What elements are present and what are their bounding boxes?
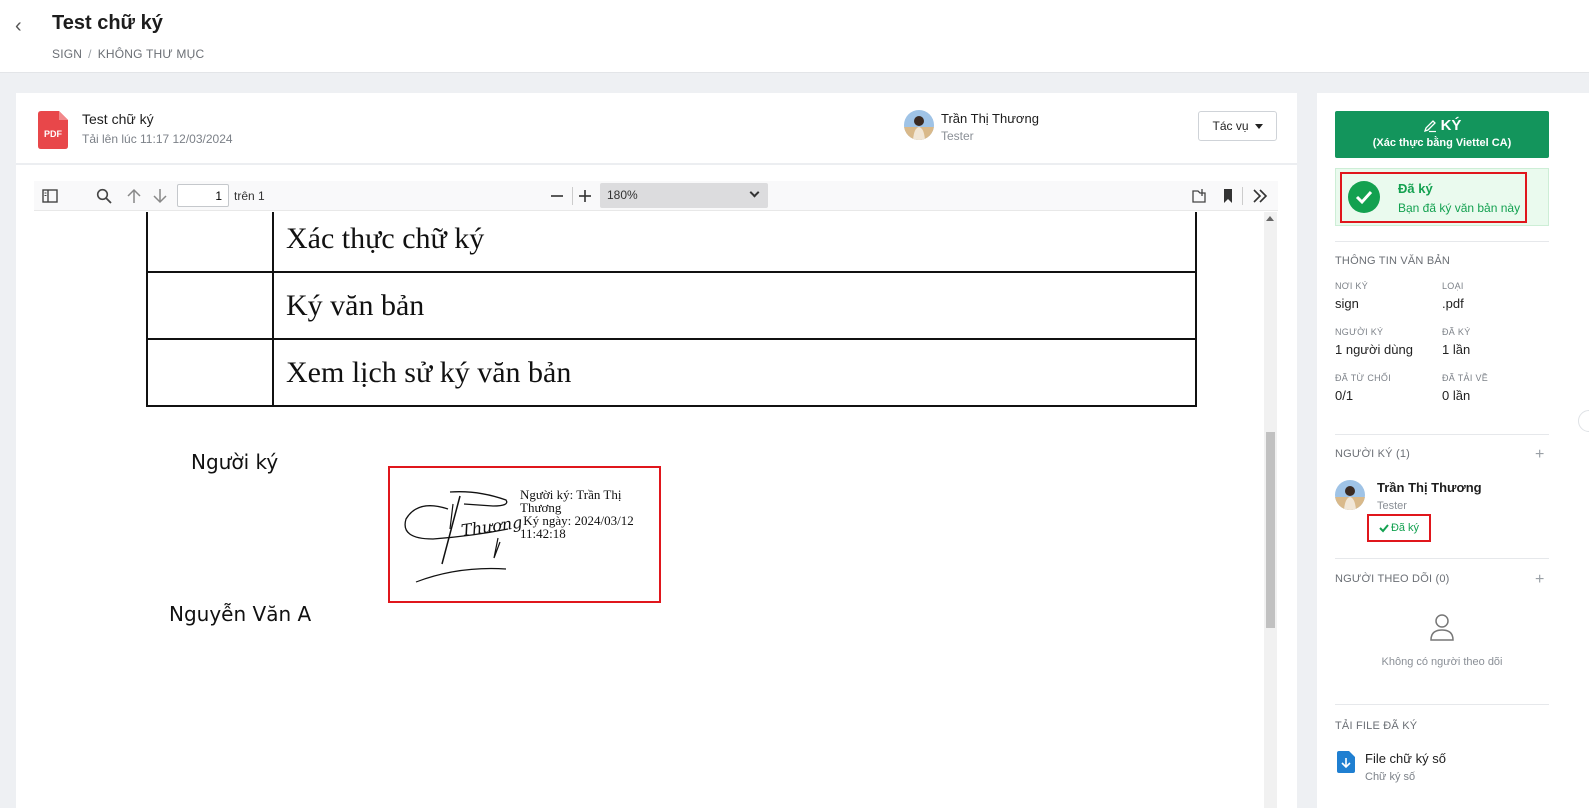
signed-badge: Đã ký bbox=[1367, 514, 1431, 542]
svg-text:Thương: Thương bbox=[460, 513, 523, 540]
download-section-title: TẢI FILE ĐÃ KÝ bbox=[1335, 720, 1418, 732]
divider bbox=[1335, 241, 1549, 242]
signed-status-card: Đã ký Bạn đã ký văn bản này bbox=[1335, 168, 1549, 226]
pdf-page: Xác thực chữ ký Ký văn bản Xem lịch sử k… bbox=[34, 212, 1264, 808]
signed-count-value: 1 lần bbox=[1442, 342, 1471, 357]
download-file-icon[interactable] bbox=[1337, 751, 1355, 773]
location-label: NƠI KÝ bbox=[1335, 281, 1369, 291]
status-subtitle: Bạn đã ký văn bản này bbox=[1398, 201, 1521, 215]
sidebar-toggle-icon[interactable] bbox=[40, 186, 60, 206]
bookmark-icon[interactable] bbox=[1218, 186, 1238, 206]
signer-role: Tester bbox=[1377, 500, 1407, 512]
arrow-up-icon[interactable] bbox=[124, 186, 144, 206]
pdf-viewer-toolbar: trên 1 180% bbox=[34, 181, 1278, 211]
upload-time: Tải lên lúc 11:17 12/03/2024 bbox=[82, 132, 233, 146]
sign-button[interactable]: KÝ (Xác thực bằng Viettel CA) bbox=[1335, 111, 1549, 158]
user-icon bbox=[1430, 614, 1454, 641]
signers-count-value: 1 người dùng bbox=[1335, 342, 1413, 357]
page-number-input[interactable] bbox=[177, 184, 229, 207]
table-row: Ký văn bản bbox=[146, 271, 1197, 340]
scrollbar-thumb[interactable] bbox=[1266, 432, 1275, 628]
divider bbox=[1335, 434, 1549, 435]
breadcrumb-item-folder[interactable]: KHÔNG THƯ MỤC bbox=[98, 47, 205, 61]
doc-info-title: THÔNG TIN VĂN BẢN bbox=[1335, 255, 1451, 267]
signature-details: Người ký: Trần Thị Thương Ký ngày: 2024/… bbox=[520, 488, 655, 540]
signers-count-label: NGƯỜI KÝ bbox=[1335, 327, 1384, 337]
pdf-scrollbar[interactable] bbox=[1264, 212, 1277, 808]
right-sidebar: KÝ (Xác thực bằng Viettel CA) Đã ký Bạn … bbox=[1317, 93, 1589, 808]
svg-text:PDF: PDF bbox=[44, 129, 63, 139]
zoom-select[interactable]: 180% bbox=[600, 183, 768, 208]
add-signer-icon[interactable]: + bbox=[1535, 446, 1544, 464]
type-label: LOẠI bbox=[1442, 281, 1464, 291]
page-total-label: trên 1 bbox=[234, 189, 265, 203]
zoom-out-icon[interactable] bbox=[547, 186, 567, 206]
signed-file-name[interactable]: File chữ ký số bbox=[1365, 751, 1446, 766]
sign-button-subtitle: (Xác thực bằng Viettel CA) bbox=[1372, 137, 1512, 149]
search-icon[interactable] bbox=[94, 186, 114, 206]
zoom-in-icon[interactable] bbox=[575, 186, 595, 206]
no-followers-text: Không có người theo dõi bbox=[1381, 656, 1503, 668]
file-name: Test chữ ký bbox=[82, 111, 154, 127]
signature-box[interactable]: Thương Người ký: Trần Thị Thương Ký ngày… bbox=[388, 466, 661, 603]
followers-section-title: NGƯỜI THEO DÕI (0) bbox=[1335, 573, 1450, 585]
breadcrumb-item-sign[interactable]: SIGN bbox=[52, 47, 82, 61]
second-signer-name: Nguyễn Văn A bbox=[169, 602, 312, 626]
actions-label: Tác vụ bbox=[1212, 119, 1249, 133]
toolbar-divider bbox=[1242, 187, 1243, 205]
add-follower-icon[interactable]: + bbox=[1535, 571, 1544, 589]
downloaded-label: ĐÃ TẢI VỀ bbox=[1442, 373, 1489, 383]
breadcrumb: SIGN / KHÔNG THƯ MỤC bbox=[52, 47, 204, 61]
chevron-left-icon[interactable]: ‹ bbox=[15, 16, 31, 36]
signed-badge-label: Đã ký bbox=[1390, 522, 1420, 534]
top-bar: ‹ Test chữ ký SIGN / KHÔNG THƯ MỤC bbox=[0, 0, 1589, 73]
open-file-icon[interactable] bbox=[1189, 186, 1209, 206]
more-tools-icon[interactable] bbox=[1250, 186, 1270, 206]
check-icon bbox=[1379, 524, 1389, 533]
sign-button-title: KÝ bbox=[1440, 117, 1462, 134]
signer-avatar bbox=[1335, 480, 1365, 510]
status-title: Đã ký bbox=[1398, 181, 1433, 196]
downloaded-value: 0 lần bbox=[1442, 388, 1471, 403]
divider bbox=[1335, 558, 1549, 559]
table-cell: Xác thực chữ ký bbox=[272, 212, 1197, 273]
signer-name: Trần Thị Thương bbox=[1377, 480, 1482, 495]
signer-label: Người ký bbox=[191, 450, 279, 474]
signed-count-label: ĐÃ KÝ bbox=[1442, 327, 1471, 337]
location-value: sign bbox=[1335, 296, 1359, 311]
zoom-value: 180% bbox=[607, 188, 638, 202]
uploader-avatar bbox=[904, 110, 934, 140]
file-header: PDF Test chữ ký Tải lên lúc 11:17 12/03/… bbox=[16, 93, 1297, 165]
divider bbox=[1335, 704, 1549, 705]
signers-section-title: NGƯỜI KÝ (1) bbox=[1335, 448, 1411, 460]
toolbar-divider bbox=[572, 187, 573, 205]
check-circle-icon bbox=[1348, 181, 1380, 213]
signature-time-line: 11:42:18 bbox=[520, 526, 566, 541]
actions-dropdown-button[interactable]: Tác vụ bbox=[1198, 111, 1277, 141]
scroll-up-icon[interactable] bbox=[1266, 216, 1274, 221]
chevron-down-icon bbox=[749, 187, 760, 198]
table-cell: Ký văn bản bbox=[272, 271, 1197, 340]
table-cell: Xem lịch sử ký văn bản bbox=[272, 338, 1197, 407]
document-panel: PDF Test chữ ký Tải lên lúc 11:17 12/03/… bbox=[16, 93, 1297, 808]
pdf-content-table: Xác thực chữ ký Ký văn bản Xem lịch sử k… bbox=[146, 212, 1197, 407]
uploader-name: Trần Thị Thương bbox=[941, 111, 1039, 126]
rejected-value: 0/1 bbox=[1335, 388, 1354, 403]
table-row: Xem lịch sử ký văn bản bbox=[146, 338, 1197, 407]
type-value: .pdf bbox=[1442, 296, 1464, 311]
pen-icon bbox=[1423, 119, 1436, 132]
arrow-down-icon[interactable] bbox=[150, 186, 170, 206]
signed-file-subtitle: Chữ ký số bbox=[1365, 771, 1416, 783]
pdf-file-icon: PDF bbox=[38, 111, 68, 149]
uploader-role: Tester bbox=[941, 129, 974, 143]
page-title: Test chữ ký bbox=[52, 12, 163, 34]
caret-down-icon bbox=[1254, 123, 1263, 129]
rejected-label: ĐÃ TỪ CHỐI bbox=[1335, 373, 1392, 383]
handwritten-signature: Thương bbox=[404, 491, 523, 583]
table-row: Xác thực chữ ký bbox=[146, 212, 1197, 273]
breadcrumb-separator: / bbox=[88, 47, 92, 61]
